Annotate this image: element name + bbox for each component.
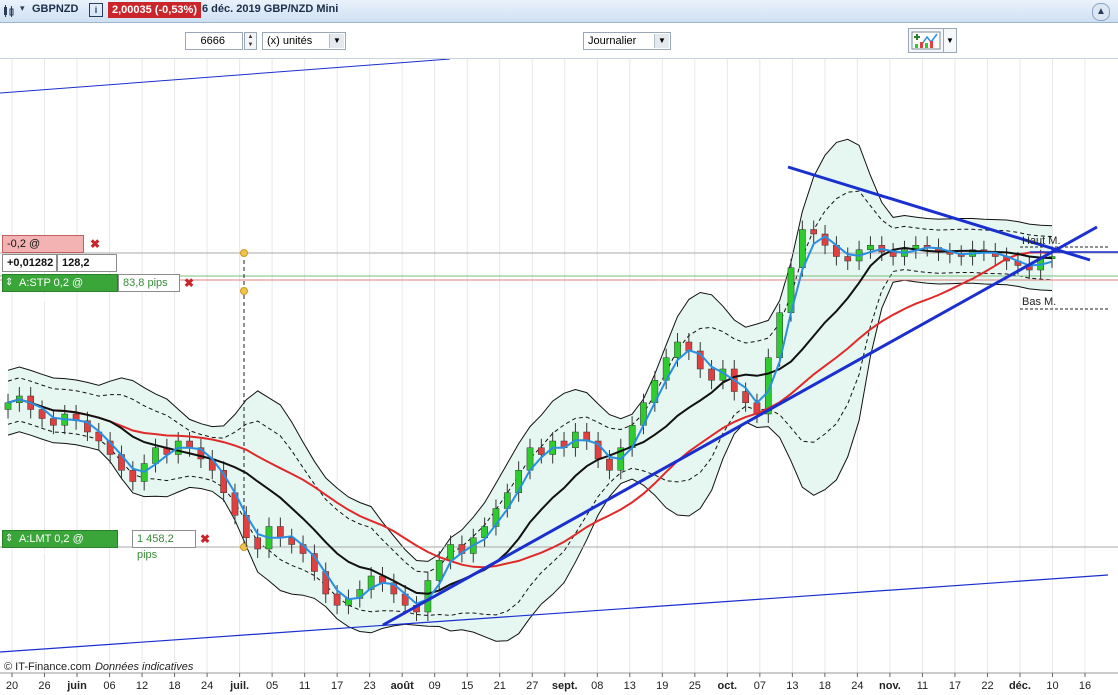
period-select[interactable]: Journalier ▼ (583, 32, 671, 50)
chevron-down-icon[interactable]: ▾ (20, 3, 25, 14)
x-tick-label: 18 (819, 680, 831, 692)
x-tick-label: 24 (201, 680, 213, 692)
x-tick-label: 15 (461, 680, 473, 692)
instrument-description: 6 déc. 2019 GBP/NZD Mini (202, 3, 339, 15)
cancel-stop-icon[interactable]: ✖ (182, 276, 196, 290)
position-pl: +0,01282 (2, 254, 57, 272)
source-text: © IT-Finance.com (4, 661, 91, 673)
x-tick-label: 10 (1046, 680, 1058, 692)
quantity-stepper[interactable]: ▲ ▼ (244, 32, 257, 50)
units-select-value: (x) unités (267, 35, 313, 47)
x-tick-label: 07 (754, 680, 766, 692)
drag-handle-icon[interactable]: ⇕ (5, 276, 15, 290)
stop-marker (240, 287, 248, 295)
x-tick-label: 22 (981, 680, 993, 692)
x-tick-label: juin (66, 680, 87, 692)
candle-body (799, 229, 806, 268)
period-select-value: Journalier (588, 35, 637, 47)
x-tick-label: 09 (429, 680, 441, 692)
chart-background (0, 59, 1118, 695)
x-tick-label: 27 (526, 680, 538, 692)
candle-body (810, 229, 818, 235)
candle-body (447, 544, 454, 561)
bas-annotation: Bas M. (1022, 296, 1056, 308)
price-change-badge: 2,00035 (-0,53%) (108, 2, 201, 18)
x-tick-label: déc. (1009, 680, 1031, 692)
chevron-down-icon[interactable]: ▼ (654, 34, 669, 48)
chevron-down-icon[interactable]: ▼ (329, 34, 344, 48)
chevron-down-icon[interactable]: ▼ (943, 28, 957, 53)
candle-body (606, 458, 613, 471)
candle-body (844, 256, 852, 262)
x-tick-label: 13 (624, 680, 636, 692)
data-source-footer: © IT-Finance.com Données indicatives (4, 661, 193, 673)
haut-annotation: Haut M. (1022, 235, 1061, 247)
candle-body (674, 341, 681, 358)
x-tick-label: 19 (656, 680, 668, 692)
candle-body (152, 447, 159, 464)
x-tick-label: 20 (6, 680, 18, 692)
x-tick-label: 05 (266, 680, 278, 692)
x-tick-label: 11 (917, 680, 928, 692)
indicative-note: Données indicatives (94, 661, 194, 673)
close-icon[interactable]: ▲ (1092, 3, 1110, 21)
x-tick-label: 24 (851, 680, 863, 692)
candle-body (50, 418, 57, 426)
units-select[interactable]: (x) unités ▼ (262, 32, 346, 50)
short-position-label[interactable]: -0,2 @ 2,01317 (2, 235, 84, 266)
candle-body (889, 251, 897, 257)
quantity-input[interactable]: 6666 (185, 32, 243, 50)
x-tick-label: 21 (494, 680, 506, 692)
stop-order-label[interactable]: ⇕ A:STP 0,2 @ 2,00479 (2, 274, 118, 305)
x-tick-label: août (391, 680, 415, 692)
x-tick-label: juil. (229, 680, 249, 692)
stop-order-pips: 83,8 pips (118, 274, 180, 292)
candle-body (254, 537, 261, 550)
x-tick-label: 23 (364, 680, 376, 692)
position-pips: 128,2 pips (57, 254, 117, 285)
x-tick-label: 17 (331, 680, 343, 692)
candle-body (538, 447, 545, 455)
x-tick-label: 12 (136, 680, 148, 692)
x-tick-label: 11 (299, 680, 310, 692)
x-tick-label: 26 (38, 680, 50, 692)
trade-toolbar: 6666 ▲ ▼ (x) unités ▼ Journalier ▼ ▼ (0, 23, 1118, 59)
candle-body (129, 470, 137, 482)
candle-body (277, 526, 284, 538)
candle-body (867, 245, 874, 250)
x-tick-label: sept. (552, 680, 578, 692)
drag-handle-icon[interactable]: ⇕ (5, 532, 15, 546)
x-tick-label: 08 (591, 680, 603, 692)
x-tick-label: 18 (168, 680, 180, 692)
cancel-limit-icon[interactable]: ✖ (198, 532, 212, 546)
instrument-symbol[interactable]: GBPNZD (32, 3, 78, 15)
chart-window-icon[interactable] (3, 4, 17, 18)
x-tick-label: oct. (718, 680, 738, 692)
x-tick-label: 13 (786, 680, 798, 692)
candle-body (708, 368, 715, 381)
x-tick-label: 06 (103, 680, 115, 692)
limit-order-label[interactable]: ⇕ A:LMT 0,2 @ 1,86735 (2, 530, 118, 561)
candle-body (333, 593, 341, 606)
limit-order-pips: 1 458,2 pips (132, 530, 196, 561)
x-tick-label: 17 (949, 680, 961, 692)
close-position-icon[interactable]: ✖ (88, 237, 102, 251)
entry-marker (240, 249, 248, 257)
candle-body (742, 391, 749, 403)
price-chart[interactable]: 20 26 juin 06 12 18 24 juil. 05 11 17 23 août 09 15 21 2… (0, 59, 1118, 695)
window-titlebar: ▾ GBPNZD i 2,00035 (-0,53%) 6 déc. 2019 … (0, 0, 1118, 23)
x-tick-label: nov. (879, 680, 901, 692)
candle-body (435, 560, 443, 581)
x-tick-label: 16 (1079, 680, 1091, 692)
candle-body (4, 402, 12, 410)
info-icon[interactable]: i (89, 3, 103, 17)
indicator-tool-icon (911, 31, 941, 50)
x-tick-label: 25 (689, 680, 701, 692)
indicator-tool-button[interactable] (908, 28, 944, 53)
